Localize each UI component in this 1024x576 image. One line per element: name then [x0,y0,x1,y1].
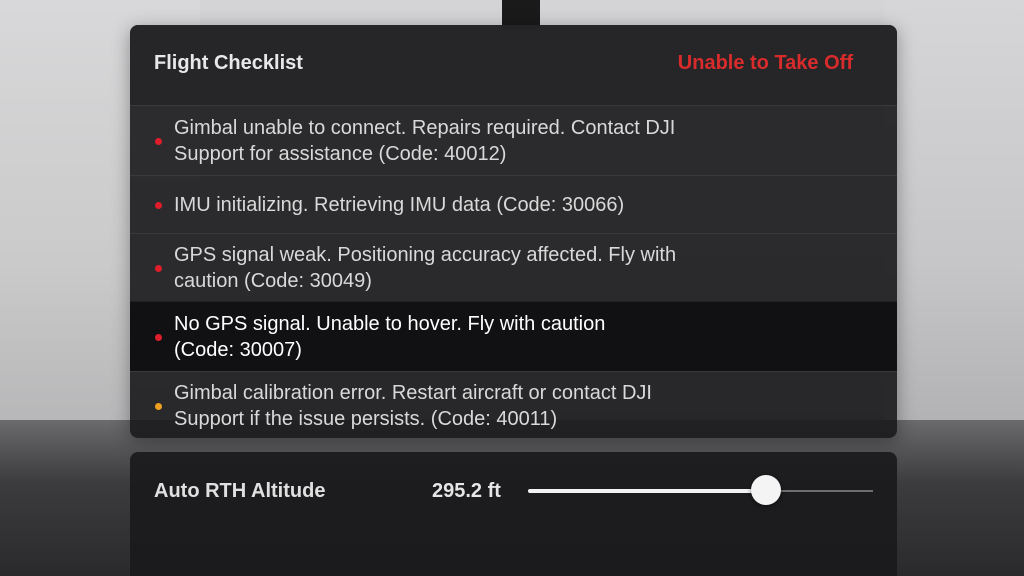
checklist-item-imu[interactable]: IMU initializing. Retrieving IMU data (C… [130,175,897,233]
slider-thumb[interactable] [751,475,782,505]
error-dot-icon [155,201,162,209]
checklist-item-message: GPS signal weak. Positioning accuracy af… [174,243,677,292]
checklist-item-message: Gimbal calibration error. Restart aircra… [174,381,652,430]
rth-altitude-slider[interactable] [528,475,873,505]
checklist-title: Flight Checklist [154,51,303,74]
slider-fill [528,489,767,493]
checklist-item-message: No GPS signal. Unable to hover. Fly with… [174,312,606,361]
takeoff-status: Unable to Take Off [677,51,853,74]
rth-altitude-label: Auto RTH Altitude [154,480,326,502]
checklist-item-message: Gimbal unable to connect. Repairs requir… [174,116,676,165]
checklist-item-gimbal-connect[interactable]: Gimbal unable to connect. Repairs requir… [130,105,897,175]
background-wall-right [884,0,1024,440]
checklist-item-gps-weak[interactable]: GPS signal weak. Positioning accuracy af… [130,233,897,301]
error-dot-icon [155,333,162,341]
warning-dot-icon [155,402,162,410]
flight-checklist-panel: Flight Checklist Unable to Take Off Gimb… [130,25,897,438]
checklist-header: Flight Checklist Unable to Take Off [130,25,897,105]
checklist-item-gimbal-calibration[interactable]: Gimbal calibration error. Restart aircra… [130,371,897,438]
error-dot-icon [155,264,162,272]
checklist-item-no-gps[interactable]: No GPS signal. Unable to hover. Fly with… [130,301,897,371]
rth-altitude-panel: Auto RTH Altitude 295.2 ft [130,452,897,576]
checklist-item-message: IMU initializing. Retrieving IMU data (C… [174,193,625,216]
error-dot-icon [155,137,162,145]
rth-altitude-value: 295.2 ft [432,480,501,502]
